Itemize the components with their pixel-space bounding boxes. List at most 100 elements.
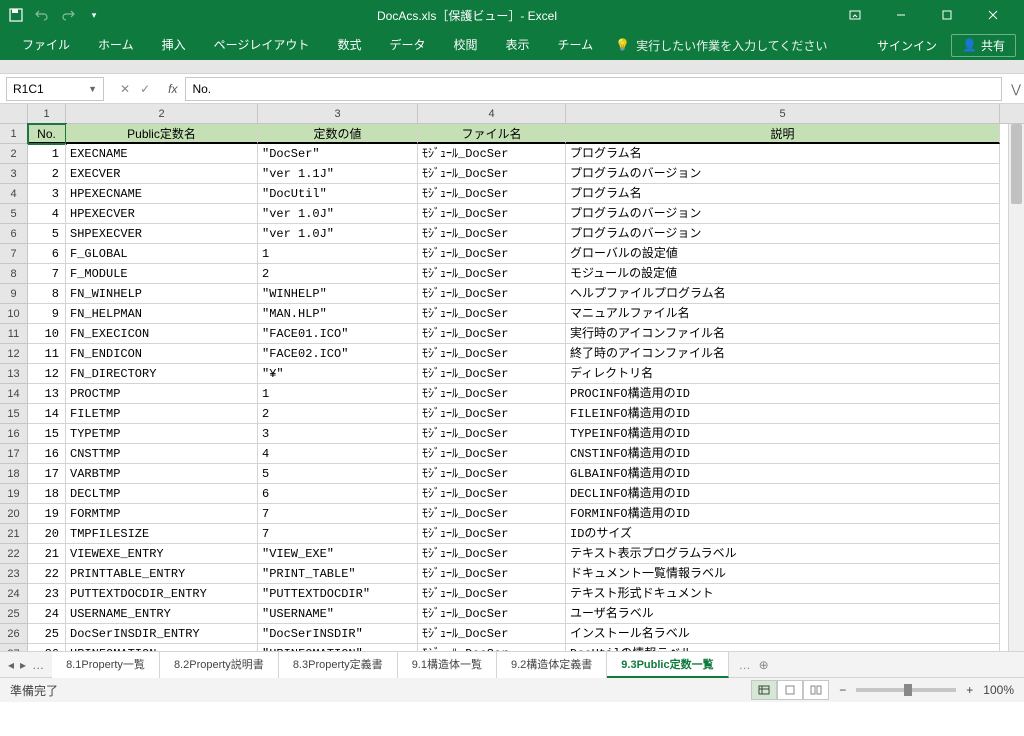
tab-scroll-right-icon[interactable]: ▸ — [20, 658, 26, 672]
cell[interactable]: HPEXECVER — [66, 204, 258, 224]
cell[interactable]: SHPEXECVER — [66, 224, 258, 244]
cell[interactable]: CNSTTMP — [66, 444, 258, 464]
sheet-tab[interactable]: 8.1Property一覧 — [52, 652, 160, 678]
tab-more-right-icon[interactable]: … — [739, 658, 751, 672]
ribbon-display-icon[interactable] — [832, 0, 878, 30]
cell[interactable]: 2 — [28, 164, 66, 184]
cell[interactable]: 10 — [28, 324, 66, 344]
cell[interactable]: ﾓｼﾞｭｰﾙ_DocSer — [418, 624, 566, 644]
row-header[interactable]: 2 — [0, 144, 28, 164]
cell[interactable]: 7 — [258, 504, 418, 524]
cell[interactable]: 13 — [28, 384, 66, 404]
cell[interactable]: ドキュメント一覧情報ラベル — [566, 564, 1000, 584]
cell[interactable]: ユーザ名ラベル — [566, 604, 1000, 624]
row-header[interactable]: 11 — [0, 324, 28, 344]
ribbon-tab[interactable]: 挿入 — [148, 30, 200, 60]
cell[interactable]: 4 — [28, 204, 66, 224]
cell[interactable]: "FACE02.ICO" — [258, 344, 418, 364]
normal-view-icon[interactable] — [751, 680, 777, 700]
row-header[interactable]: 22 — [0, 544, 28, 564]
sheet-tab[interactable]: 9.1構造体一覧 — [398, 652, 497, 678]
col-header[interactable]: 2 — [66, 104, 258, 123]
sheet-tab[interactable]: 8.3Property定義書 — [279, 652, 398, 678]
row-header[interactable]: 27 — [0, 644, 28, 652]
cell[interactable]: ﾓｼﾞｭｰﾙ_DocSer — [418, 324, 566, 344]
cell[interactable]: ﾓｼﾞｭｰﾙ_DocSer — [418, 464, 566, 484]
cell[interactable]: 終了時のアイコンファイル名 — [566, 344, 1000, 364]
cell[interactable]: ﾓｼﾞｭｰﾙ_DocSer — [418, 304, 566, 324]
row-header[interactable]: 14 — [0, 384, 28, 404]
zoom-value[interactable]: 100% — [983, 683, 1014, 697]
cell[interactable]: 21 — [28, 544, 66, 564]
cell[interactable]: モジュールの設定値 — [566, 264, 1000, 284]
cell[interactable]: 20 — [28, 524, 66, 544]
header-cell[interactable]: 説明 — [566, 124, 1000, 144]
tab-more-icon[interactable]: … — [32, 658, 44, 672]
cell[interactable]: EXECNAME — [66, 144, 258, 164]
cell[interactable]: "ver 1.1J" — [258, 164, 418, 184]
row-header[interactable]: 24 — [0, 584, 28, 604]
cell[interactable]: プログラム名 — [566, 144, 1000, 164]
zoom-slider[interactable] — [856, 688, 956, 692]
cell[interactable]: ﾓｼﾞｭｰﾙ_DocSer — [418, 284, 566, 304]
cell[interactable]: DECLINFO構造用のID — [566, 484, 1000, 504]
cell[interactable]: FN_WINHELP — [66, 284, 258, 304]
new-sheet-icon[interactable]: ⊕ — [759, 658, 769, 672]
row-header[interactable]: 16 — [0, 424, 28, 444]
cell[interactable]: FILEINFO構造用のID — [566, 404, 1000, 424]
cell[interactable]: 5 — [28, 224, 66, 244]
file-tab[interactable]: ファイル — [8, 30, 84, 60]
cell[interactable]: PROCINFO構造用のID — [566, 384, 1000, 404]
sheet-tab[interactable]: 9.3Public定数一覧 — [607, 652, 728, 678]
row-header[interactable]: 26 — [0, 624, 28, 644]
ribbon-tab[interactable]: ページレイアウト — [200, 30, 324, 60]
share-button[interactable]: 👤 共有 — [951, 34, 1016, 57]
col-header[interactable]: 1 — [28, 104, 66, 123]
cell[interactable]: 3 — [28, 184, 66, 204]
cell[interactable]: F_MODULE — [66, 264, 258, 284]
cell[interactable]: FN_ENDICON — [66, 344, 258, 364]
row-header[interactable]: 9 — [0, 284, 28, 304]
cell[interactable]: PRINTTABLE_ENTRY — [66, 564, 258, 584]
cell[interactable]: "HPINFOMATION" — [258, 644, 418, 652]
cell[interactable]: 3 — [258, 424, 418, 444]
row-header[interactable]: 12 — [0, 344, 28, 364]
cell[interactable]: DocUtilの情報ラベル — [566, 644, 1000, 652]
cell[interactable]: USERNAME_ENTRY — [66, 604, 258, 624]
cell[interactable]: 25 — [28, 624, 66, 644]
signin-link[interactable]: サインイン — [877, 37, 937, 54]
cell[interactable]: ヘルプファイルプログラム名 — [566, 284, 1000, 304]
cell[interactable]: ﾓｼﾞｭｰﾙ_DocSer — [418, 384, 566, 404]
cell[interactable]: 15 — [28, 424, 66, 444]
cell[interactable]: 2 — [258, 264, 418, 284]
cell[interactable]: 1 — [258, 244, 418, 264]
cell[interactable]: FN_HELPMAN — [66, 304, 258, 324]
page-break-view-icon[interactable] — [803, 680, 829, 700]
cell[interactable]: 6 — [258, 484, 418, 504]
cell[interactable]: ﾓｼﾞｭｰﾙ_DocSer — [418, 404, 566, 424]
cell[interactable]: 7 — [28, 264, 66, 284]
cell[interactable]: ﾓｼﾞｭｰﾙ_DocSer — [418, 424, 566, 444]
cell[interactable]: "DocUtil" — [258, 184, 418, 204]
cell[interactable]: 11 — [28, 344, 66, 364]
cell[interactable]: "PRINT_TABLE" — [258, 564, 418, 584]
header-cell[interactable]: ファイル名 — [418, 124, 566, 144]
col-header[interactable]: 3 — [258, 104, 418, 123]
row-header[interactable]: 8 — [0, 264, 28, 284]
cell[interactable]: プログラムのバージョン — [566, 164, 1000, 184]
qat-customize-icon[interactable]: ▾ — [86, 7, 102, 23]
cell[interactable]: GLBAINFO構造用のID — [566, 464, 1000, 484]
row-header[interactable]: 10 — [0, 304, 28, 324]
sheet-tab[interactable]: 9.2構造体定義書 — [497, 652, 607, 678]
header-cell[interactable]: No. — [28, 124, 66, 144]
row-header[interactable]: 5 — [0, 204, 28, 224]
cell[interactable]: ﾓｼﾞｭｰﾙ_DocSer — [418, 204, 566, 224]
cell[interactable]: "FACE01.ICO" — [258, 324, 418, 344]
cell[interactable]: ﾓｼﾞｭｰﾙ_DocSer — [418, 604, 566, 624]
cell[interactable]: "MAN.HLP" — [258, 304, 418, 324]
vertical-scrollbar[interactable] — [1008, 124, 1024, 651]
cell[interactable]: 1 — [28, 144, 66, 164]
row-header[interactable]: 15 — [0, 404, 28, 424]
cell[interactable]: 12 — [28, 364, 66, 384]
cell[interactable]: EXECVER — [66, 164, 258, 184]
